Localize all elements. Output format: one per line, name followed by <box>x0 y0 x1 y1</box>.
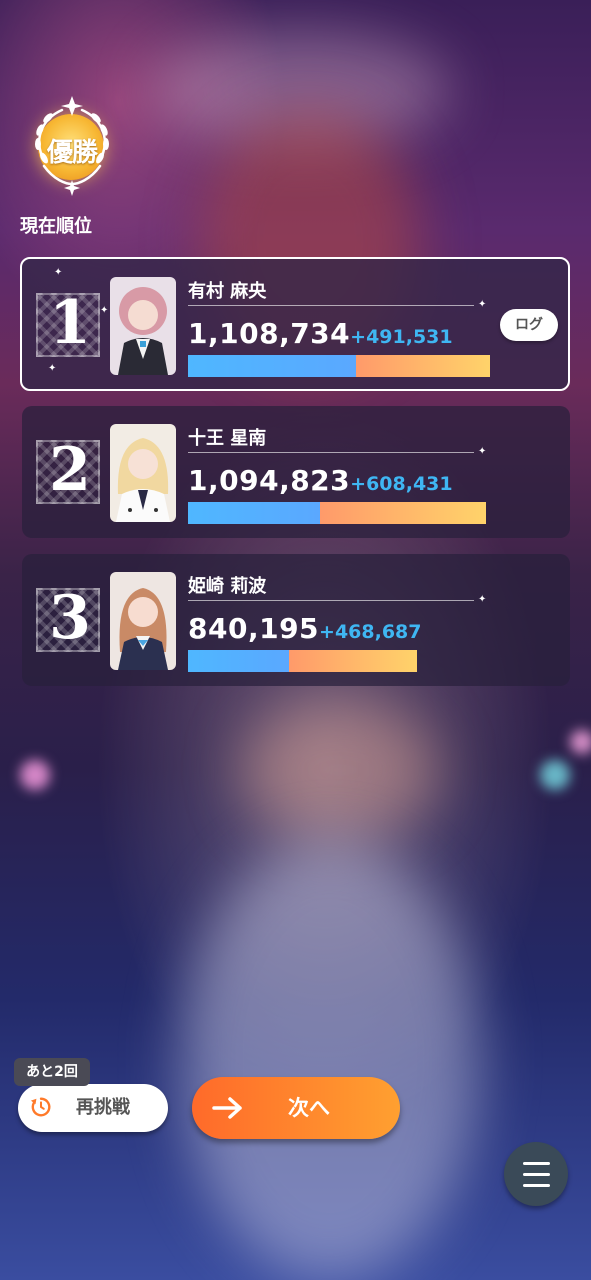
next-button[interactable]: 次へ <box>192 1077 400 1139</box>
background-character-torso <box>240 700 440 840</box>
score-bar <box>188 355 490 377</box>
score-delta: +491,531 <box>350 326 453 348</box>
sparkle-icon: ✦ <box>478 299 487 310</box>
background-stage-light <box>570 730 591 754</box>
sparkle-icon: ✦ <box>478 594 487 605</box>
score-total: 1,094,823 <box>188 464 351 497</box>
score-bar-gain <box>288 650 417 672</box>
score-bar <box>188 650 417 672</box>
background-stage-light <box>20 760 50 790</box>
avatar <box>110 277 176 375</box>
background-stage-light <box>540 760 570 790</box>
score: 840,195+468,687 <box>188 612 422 645</box>
avatar <box>110 572 176 670</box>
victory-badge-label: 優勝 <box>46 138 98 168</box>
player-name: 有村 麻央 <box>188 281 267 302</box>
score-bar-gain <box>320 502 486 524</box>
score-bar-gain <box>355 355 490 377</box>
ranking-card-1: ✦ ✦ ✦ 1 有村 麻央 ✦ 1,108,734+491,531 ログ <box>20 257 570 391</box>
retry-icon <box>30 1097 51 1117</box>
score-delta: +608,431 <box>350 473 453 495</box>
score-bar-base <box>188 650 289 672</box>
player-name: 姫崎 莉波 <box>188 576 267 597</box>
player-name: 十王 星南 <box>188 428 267 449</box>
divider <box>188 305 474 306</box>
menu-button[interactable] <box>504 1142 568 1206</box>
ranking-card-2: 2 十王 星南 ✦ 1,094,823+608,431 <box>22 406 570 538</box>
remaining-attempts-badge: あと2回 <box>14 1058 90 1086</box>
arrow-right-icon <box>212 1097 242 1119</box>
character-portrait-icon <box>110 277 176 375</box>
divider <box>188 452 474 453</box>
sparkle-icon: ✦ <box>48 363 57 374</box>
next-button-label: 次へ <box>288 1096 330 1120</box>
rank-number: 3 <box>49 583 91 653</box>
score-bar <box>188 502 486 524</box>
sparkle-icon: ✦ <box>478 446 487 457</box>
character-portrait-icon <box>110 572 176 670</box>
victory-badge: 優勝 <box>20 96 124 200</box>
score: 1,108,734+491,531 <box>188 317 453 350</box>
current-rank-heading: 現在順位 <box>20 216 92 237</box>
score-total: 840,195 <box>188 612 320 645</box>
score-delta: +468,687 <box>319 621 422 643</box>
log-button[interactable]: ログ <box>500 309 558 341</box>
rank-number-badge: 1 <box>36 288 100 358</box>
score: 1,094,823+608,431 <box>188 464 453 497</box>
score-total: 1,108,734 <box>188 317 351 350</box>
rank-number-badge: 2 <box>36 435 100 505</box>
sparkle-icon: ✦ <box>54 267 63 278</box>
avatar <box>110 424 176 522</box>
ranking-card-3: 3 姫崎 莉波 ✦ 840,195+468,687 <box>22 554 570 686</box>
background-character-pants <box>180 840 480 1280</box>
rank-number: 1 <box>49 288 91 358</box>
retry-button-label: 再挑戦 <box>76 1097 130 1118</box>
score-bar-base <box>188 502 321 524</box>
character-portrait-icon <box>110 424 176 522</box>
rank-number-badge: 3 <box>36 583 100 653</box>
divider <box>188 600 474 601</box>
retry-button[interactable]: 再挑戦 <box>18 1084 168 1132</box>
score-bar-base <box>188 355 356 377</box>
rank-number: 2 <box>49 435 91 505</box>
